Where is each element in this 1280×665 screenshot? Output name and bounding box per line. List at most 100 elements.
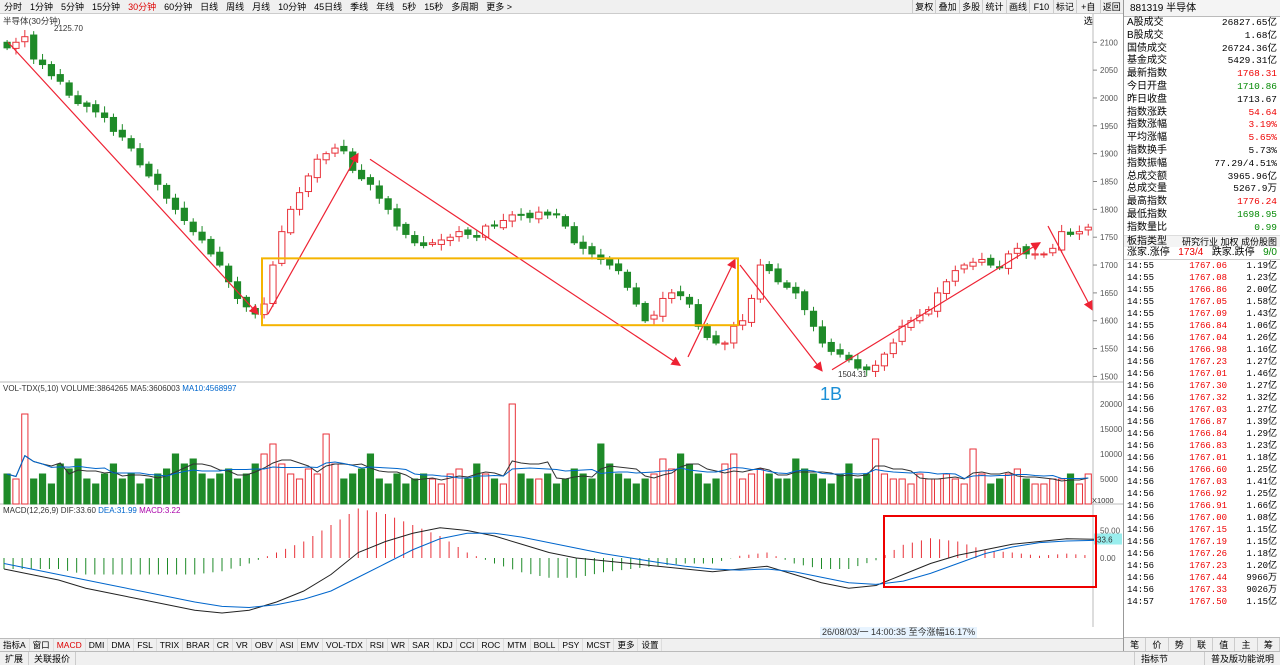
- tick-amount: 1.25亿: [1246, 465, 1277, 476]
- tick-row: 14:56 1767.23 1.20亿: [1124, 560, 1280, 572]
- indicator-tab[interactable]: MACD: [54, 639, 86, 651]
- period-tab[interactable]: 季线: [346, 0, 372, 13]
- period-tab[interactable]: 15分钟: [88, 0, 124, 13]
- candle-body: [730, 325, 738, 344]
- toolbar-button[interactable]: +自选: [1076, 0, 1099, 26]
- indicator-tab[interactable]: 更多: [614, 639, 639, 651]
- period-tab[interactable]: 多周期: [447, 0, 482, 13]
- indicator-tab[interactable]: BOLL: [531, 639, 560, 651]
- period-tab[interactable]: 10分钟: [274, 0, 310, 13]
- type-row-key: 板指类型: [1127, 235, 1167, 247]
- candle-body: [65, 82, 73, 96]
- indicator-tab[interactable]: 设置: [638, 639, 663, 651]
- panel-tab-button[interactable]: 势: [1169, 638, 1191, 651]
- tick-amount: 1.18亿: [1246, 549, 1277, 560]
- status-bar: 26/08/03/一 14:00:35 至今涨幅16.17%: [0, 627, 1123, 638]
- candle-body: [340, 145, 348, 152]
- indicator-tab[interactable]: RSI: [367, 639, 388, 651]
- toolbar-button[interactable]: 标记: [1052, 0, 1076, 13]
- period-tab[interactable]: 15秒: [420, 0, 447, 13]
- indicator-tab[interactable]: CCI: [457, 639, 479, 651]
- volume-bar: [437, 483, 445, 505]
- panel-tab-button[interactable]: 主: [1235, 638, 1258, 651]
- related-quote-button[interactable]: 关联报价: [29, 652, 77, 665]
- indicator-tab[interactable]: DMA: [108, 639, 135, 651]
- indicator-tab[interactable]: VOL-TDX: [323, 639, 367, 651]
- indicator-tab[interactable]: WR: [388, 639, 410, 651]
- indicator-tab[interactable]: EMV: [298, 639, 323, 651]
- feature-info-link[interactable]: 普及版功能说明: [1203, 652, 1280, 665]
- volume-bar: [898, 478, 906, 505]
- panel-tab-button[interactable]: 值: [1213, 638, 1236, 651]
- indicator-tab[interactable]: 指标A: [0, 639, 30, 651]
- indicator-section-button[interactable]: 指标节: [1133, 652, 1174, 665]
- panel-tab-button[interactable]: 笔: [1124, 638, 1147, 651]
- toolbar-button[interactable]: 多股: [958, 0, 982, 13]
- toolbar-button[interactable]: F10: [1029, 0, 1052, 13]
- candle-body: [189, 221, 197, 233]
- candle-body: [127, 138, 135, 149]
- stat-row: 指数涨幅 3.19%: [1124, 119, 1280, 132]
- indicator-tab[interactable]: MTM: [504, 639, 531, 651]
- indicator-tab[interactable]: TRIX: [157, 639, 184, 651]
- stat-row: 最低指数 1698.95: [1124, 209, 1280, 222]
- indicator-tab[interactable]: PSY: [559, 639, 584, 651]
- panel-tab-button[interactable]: 价: [1146, 638, 1169, 651]
- volume-label: VOLUME:: [61, 384, 97, 393]
- period-tab[interactable]: 日线: [196, 0, 222, 13]
- indicator-tab[interactable]: BRAR: [183, 639, 214, 651]
- period-tab[interactable]: 45日线: [310, 0, 346, 13]
- volume-bar: [464, 478, 472, 505]
- price-tick-label: 1550: [1100, 345, 1118, 354]
- indicator-tab[interactable]: OBV: [252, 639, 277, 651]
- indicator-tab[interactable]: VR: [233, 639, 252, 651]
- expand-button[interactable]: 扩展: [0, 652, 30, 665]
- volume-bar: [987, 483, 995, 505]
- volume-bar: [996, 478, 1004, 505]
- toolbar-button[interactable]: 返回: [1099, 0, 1123, 13]
- tick-amount: 9026万: [1246, 585, 1277, 596]
- period-tab[interactable]: 1分钟: [26, 0, 57, 13]
- tick-price: 1766.98: [1189, 345, 1227, 356]
- period-tab[interactable]: 5秒: [398, 0, 420, 13]
- panel-tab-button[interactable]: 联: [1191, 638, 1214, 651]
- stat-row: 最新指数 1768.31: [1124, 68, 1280, 81]
- indicator-tab[interactable]: MCST: [583, 639, 615, 651]
- volume-bar: [349, 473, 357, 505]
- indicator-tab[interactable]: SAR: [409, 639, 434, 651]
- toolbar-button[interactable]: 叠加: [935, 0, 958, 13]
- volume-bar: [109, 463, 118, 505]
- period-tab[interactable]: 周线: [222, 0, 248, 13]
- volume-bar: [747, 473, 756, 505]
- toolbar-button[interactable]: 统计: [982, 0, 1005, 13]
- indicator-tab[interactable]: CR: [214, 639, 234, 651]
- indicator-tab[interactable]: ROC: [478, 639, 505, 651]
- indicator-tab[interactable]: ASI: [277, 639, 298, 651]
- candle-body: [366, 177, 375, 185]
- price-tick-label: 1750: [1100, 233, 1118, 242]
- indicator-tab[interactable]: FSL: [134, 639, 157, 651]
- period-tab[interactable]: 30分钟: [124, 0, 160, 13]
- period-tab[interactable]: 分时: [0, 0, 26, 13]
- period-tab[interactable]: 月线: [248, 0, 274, 13]
- volume-bar: [393, 473, 401, 505]
- period-tab[interactable]: 更多 >: [482, 0, 516, 13]
- type-row-value[interactable]: 研究行业 加权 成份股图: [1182, 236, 1277, 248]
- indicator-tab[interactable]: 窗口: [30, 639, 54, 651]
- volume-bars: [3, 403, 1092, 505]
- period-tab[interactable]: 5分钟: [57, 0, 88, 13]
- candle-body: [38, 59, 47, 66]
- tick-list[interactable]: 14:55 1767.06 1.19亿 14:55 1767.08 1.23亿 14:55 1…: [1124, 260, 1280, 608]
- panel-tab-button[interactable]: 筹: [1258, 638, 1280, 651]
- macd-title: MACD(12,26,9): [3, 506, 61, 515]
- tick-time: 14:56: [1127, 537, 1155, 548]
- stat-row: 平均涨幅 5.65%: [1124, 132, 1280, 145]
- toolbar-button[interactable]: 画线: [1005, 0, 1029, 13]
- indicator-tab[interactable]: DMI: [86, 639, 109, 651]
- toolbar-button[interactable]: 复权: [912, 0, 935, 13]
- period-tab[interactable]: 年线: [372, 0, 398, 13]
- indicator-tab[interactable]: KDJ: [434, 639, 457, 651]
- chart-area[interactable]: 2100 2050 2000 1950 1900 1850 1800 1750 1700 1650…: [0, 14, 1123, 628]
- macd-current-value: 33.6: [1097, 536, 1113, 545]
- period-tab[interactable]: 60分钟: [160, 0, 196, 13]
